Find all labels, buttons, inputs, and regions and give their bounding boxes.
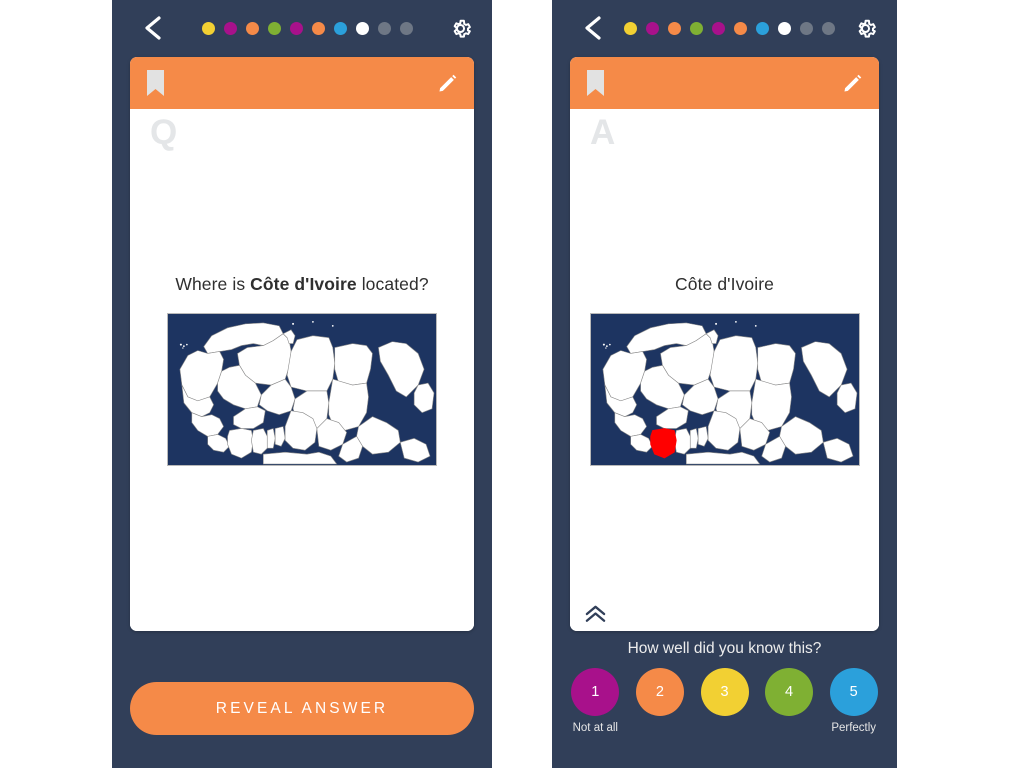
back-button[interactable] xyxy=(130,5,176,51)
double-chevron-up-icon[interactable] xyxy=(584,605,607,623)
settings-button-answer[interactable] xyxy=(843,6,887,50)
progress-dot[interactable] xyxy=(311,21,325,35)
progress-dot[interactable] xyxy=(646,21,659,35)
gear-icon xyxy=(453,19,471,38)
rating-cell-2: 2 xyxy=(633,668,688,734)
question-panel: Q Where is Côte d'Ivoire located? REVEAL… xyxy=(112,0,492,768)
bookmark-icon[interactable] xyxy=(586,69,605,97)
rating-max-label: Perfectly xyxy=(831,722,877,734)
pencil-icon[interactable] xyxy=(437,73,458,94)
progress-dot[interactable] xyxy=(756,21,769,35)
progress-dot[interactable] xyxy=(712,21,725,35)
chevron-left-icon xyxy=(585,16,601,40)
question-watermark: Q xyxy=(150,113,178,152)
answer-card: A Côte d'Ivoire xyxy=(570,57,879,631)
progress-dot[interactable] xyxy=(267,21,281,35)
rating-cell-1: 1 Not at all xyxy=(568,668,623,734)
progress-dot[interactable] xyxy=(333,21,347,35)
answer-card-body: A Côte d'Ivoire xyxy=(570,109,879,631)
africa-map-svg xyxy=(168,314,436,465)
progress-dot[interactable] xyxy=(201,21,215,35)
progress-dot[interactable] xyxy=(624,21,637,35)
question-text: Where is Côte d'Ivoire located? xyxy=(175,274,428,295)
bookmark-icon[interactable] xyxy=(146,69,165,97)
rating-area: How well did you know this? 1 Not at all… xyxy=(552,640,897,734)
progress-dot[interactable] xyxy=(734,21,747,35)
gear-icon xyxy=(858,19,876,38)
rating-button-3[interactable]: 3 xyxy=(700,668,749,716)
answer-panel: A Côte d'Ivoire How well did you know th… xyxy=(552,0,897,768)
progress-dot[interactable] xyxy=(289,21,303,35)
rating-min-label: Not at all xyxy=(572,722,618,734)
answer-watermark: A xyxy=(590,113,616,152)
screenshot-root: Q Where is Côte d'Ivoire located? REVEAL… xyxy=(0,0,1024,768)
progress-dots-a xyxy=(616,21,843,35)
progress-dot[interactable] xyxy=(399,21,413,35)
progress-dot-current[interactable] xyxy=(355,21,369,35)
pencil-icon[interactable] xyxy=(842,73,863,94)
progress-dot[interactable] xyxy=(800,21,813,35)
settings-button[interactable] xyxy=(438,6,482,50)
question-card: Q Where is Côte d'Ivoire located? xyxy=(130,57,474,631)
rating-cell-4: 4 xyxy=(762,668,817,734)
progress-dot[interactable] xyxy=(668,21,681,35)
rating-button-5[interactable]: 5 xyxy=(829,668,878,716)
progress-dot[interactable] xyxy=(223,21,237,35)
question-text-suffix: located? xyxy=(356,274,429,294)
answer-map xyxy=(589,313,860,466)
rating-cell-3: 3 xyxy=(697,668,752,734)
back-button-answer[interactable] xyxy=(570,5,616,51)
question-topbar xyxy=(112,0,492,56)
rating-prompt: How well did you know this? xyxy=(627,640,822,657)
progress-dot[interactable] xyxy=(245,21,259,35)
question-card-body: Q Where is Côte d'Ivoire located? xyxy=(130,109,474,631)
answer-card-header xyxy=(570,57,879,109)
progress-dot[interactable] xyxy=(822,21,835,35)
rating-button-4[interactable]: 4 xyxy=(765,668,814,716)
chevron-left-icon xyxy=(145,16,161,40)
question-map xyxy=(167,313,437,466)
answer-text: Côte d'Ivoire xyxy=(675,274,774,294)
rating-cell-5: 5 Perfectly xyxy=(826,668,881,734)
rating-button-2[interactable]: 2 xyxy=(635,668,684,716)
question-text-prefix: Where is xyxy=(175,274,251,294)
question-card-header xyxy=(130,57,474,109)
rating-row: 1 Not at all 2 3 4 5 Perfectly xyxy=(552,668,897,734)
rating-button-1[interactable]: 1 xyxy=(571,668,620,716)
question-text-bold: Côte d'Ivoire xyxy=(250,274,357,294)
progress-dot[interactable] xyxy=(690,21,703,35)
africa-map-highlight-svg xyxy=(590,314,859,465)
progress-dots-q xyxy=(176,21,438,35)
progress-dot[interactable] xyxy=(377,21,391,35)
progress-dot-current[interactable] xyxy=(778,21,791,35)
answer-topbar xyxy=(552,0,897,56)
reveal-answer-button[interactable]: REVEAL ANSWER xyxy=(130,682,474,735)
